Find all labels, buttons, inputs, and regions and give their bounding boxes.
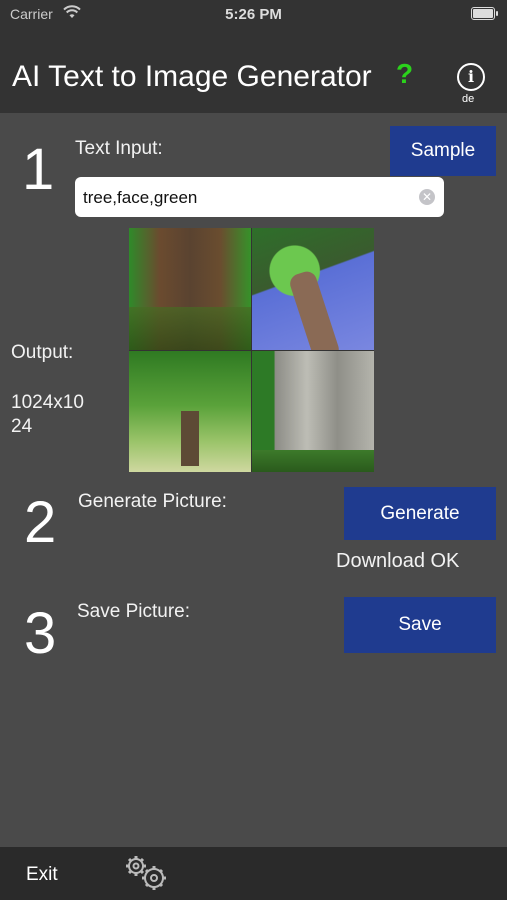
exit-button[interactable]: Exit — [26, 864, 58, 886]
bottom-toolbar — [0, 847, 507, 900]
step-2-number: 2 — [24, 490, 57, 555]
text-input-label: Text Input: — [75, 138, 163, 159]
save-button[interactable]: Save — [344, 597, 496, 653]
output-image-tile — [252, 350, 374, 472]
step-3-number: 3 — [24, 601, 57, 666]
language-label[interactable]: de — [462, 93, 474, 105]
clear-text-icon[interactable]: ✕ — [419, 189, 435, 205]
text-input-field[interactable]: tree,face,green ✕ — [75, 177, 444, 217]
step-1-number: 1 — [22, 137, 55, 202]
battery-icon — [471, 7, 498, 20]
output-image-tile — [129, 350, 251, 472]
gears-icon[interactable] — [122, 854, 174, 897]
output-image — [129, 228, 374, 472]
page-title: AI Text to Image Generator — [12, 60, 372, 93]
output-size-line1: 1024x10 — [11, 392, 84, 413]
info-button[interactable]: i — [457, 63, 485, 91]
output-size-line2: 24 — [11, 416, 33, 437]
status-time: 5:26 PM — [225, 6, 282, 23]
sample-button[interactable]: Sample — [390, 126, 496, 176]
download-status: Download OK — [336, 550, 460, 572]
text-input-value: tree,face,green — [83, 188, 198, 207]
help-button[interactable]: ? — [396, 58, 413, 90]
output-image-tile — [129, 228, 251, 350]
output-image-tile — [252, 228, 374, 350]
status-bar: Carrier 5:26 PM — [0, 0, 507, 30]
generate-picture-label: Generate Picture: — [78, 491, 227, 512]
generate-button[interactable]: Generate — [344, 487, 496, 540]
output-label: Output: — [11, 342, 74, 363]
save-picture-label: Save Picture: — [77, 601, 190, 622]
